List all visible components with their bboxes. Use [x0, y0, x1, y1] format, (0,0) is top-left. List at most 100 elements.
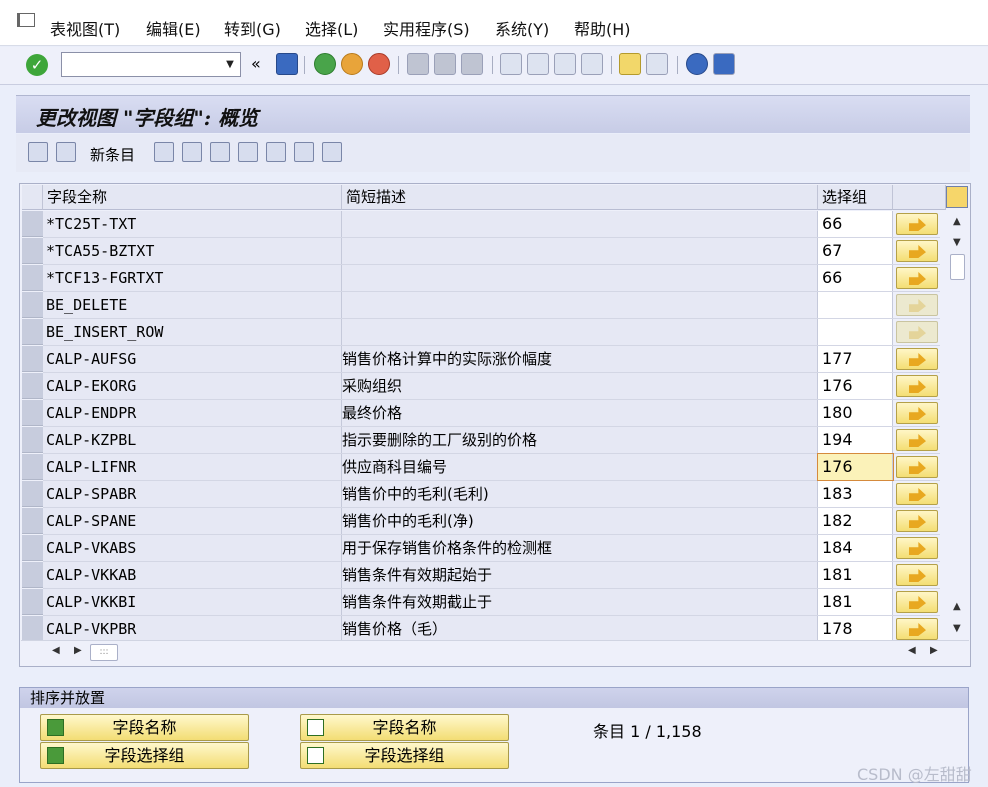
- scroll-right-icon[interactable]: ▶: [74, 645, 82, 656]
- navigate-button[interactable]: [896, 510, 938, 532]
- row-selector[interactable]: [22, 373, 43, 399]
- table-settings-icon[interactable]: [946, 186, 968, 208]
- selection-group-input[interactable]: 178: [818, 616, 893, 642]
- undo-change-icon[interactable]: [210, 142, 230, 162]
- row-selector[interactable]: [22, 508, 43, 534]
- system-menu-icon[interactable]: [17, 13, 35, 27]
- select-all-icon[interactable]: [238, 142, 258, 162]
- sort-by-field-name-button[interactable]: 字段名称: [40, 714, 249, 741]
- navigate-button[interactable]: [896, 483, 938, 505]
- row-selector[interactable]: [22, 616, 43, 642]
- selection-group-input[interactable]: 176: [818, 373, 893, 399]
- position-by-group-button[interactable]: 字段选择组: [300, 742, 509, 769]
- selection-group-input[interactable]: 66: [818, 211, 893, 237]
- row-selector[interactable]: [22, 481, 43, 507]
- scroll-down-icon[interactable]: ▼: [953, 237, 961, 248]
- navigate-button[interactable]: [896, 213, 938, 235]
- selection-group-input[interactable]: [818, 319, 893, 345]
- menu-utilities[interactable]: 实用程序(S): [383, 16, 470, 40]
- exit-icon[interactable]: [341, 53, 363, 75]
- menu-goto[interactable]: 转到(G): [224, 16, 281, 40]
- row-selector[interactable]: [22, 346, 43, 372]
- delete-icon[interactable]: [182, 142, 202, 162]
- menu-edit[interactable]: 编辑(E): [146, 16, 201, 40]
- navigate-button[interactable]: [896, 402, 938, 424]
- row-selector[interactable]: [22, 400, 43, 426]
- selection-group-input[interactable]: 182: [818, 508, 893, 534]
- scroll-left-icon[interactable]: ◀: [52, 645, 60, 656]
- chevron-down-icon[interactable]: ▼: [220, 53, 240, 76]
- scroll-up-icon[interactable]: ▲: [953, 216, 961, 227]
- copy-as-icon[interactable]: [154, 142, 174, 162]
- column-header-selection-group[interactable]: 选择组: [818, 185, 893, 210]
- menu-table-view[interactable]: 表视图(T): [50, 16, 120, 40]
- help-icon[interactable]: [686, 53, 708, 75]
- selection-group-input[interactable]: 180: [818, 400, 893, 426]
- customize-layout-icon[interactable]: [713, 53, 735, 75]
- next-page-icon[interactable]: [554, 53, 576, 75]
- navigate-button[interactable]: [896, 240, 938, 262]
- row-selector[interactable]: [22, 427, 43, 453]
- details-icon[interactable]: [56, 142, 76, 162]
- command-field[interactable]: ▼: [61, 52, 241, 77]
- row-selector[interactable]: [22, 454, 43, 480]
- find-next-icon[interactable]: [461, 53, 483, 75]
- navigate-button[interactable]: [896, 618, 938, 640]
- other-view-icon[interactable]: [322, 142, 342, 162]
- row-selector[interactable]: [22, 292, 43, 318]
- selection-group-input[interactable]: 194: [818, 427, 893, 453]
- collapse-icon[interactable]: «: [251, 54, 261, 73]
- navigate-button[interactable]: [896, 375, 938, 397]
- enter-icon[interactable]: ✓: [26, 54, 48, 76]
- row-selector[interactable]: [22, 535, 43, 561]
- selection-group-input[interactable]: 183: [818, 481, 893, 507]
- selection-group-input[interactable]: [818, 292, 893, 318]
- display-change-icon[interactable]: [28, 142, 48, 162]
- row-selector[interactable]: [22, 211, 43, 237]
- print-icon[interactable]: [407, 53, 429, 75]
- new-entries-button[interactable]: 新条目: [90, 144, 135, 165]
- row-selector[interactable]: [22, 265, 43, 291]
- menu-system[interactable]: 系统(Y): [495, 16, 549, 40]
- horizontal-scrollbar[interactable]: ◀ ▶ ::: ◀ ▶: [21, 640, 969, 664]
- selection-group-input[interactable]: 67: [818, 238, 893, 264]
- horizontal-scroll-thumb[interactable]: :::: [90, 644, 118, 661]
- select-block-icon[interactable]: [266, 142, 286, 162]
- selection-group-input[interactable]: 66: [818, 265, 893, 291]
- row-selector[interactable]: [22, 589, 43, 615]
- navigate-button[interactable]: [896, 564, 938, 586]
- first-page-icon[interactable]: [500, 53, 522, 75]
- menu-selection[interactable]: 选择(L): [305, 16, 358, 40]
- deselect-all-icon[interactable]: [294, 142, 314, 162]
- save-icon[interactable]: [276, 53, 298, 75]
- navigate-button[interactable]: [896, 591, 938, 613]
- select-all-column[interactable]: [22, 185, 43, 210]
- scroll-thumb[interactable]: [950, 254, 965, 280]
- navigate-button[interactable]: [896, 267, 938, 289]
- navigate-button[interactable]: [896, 429, 938, 451]
- scroll-left-end-icon[interactable]: ◀: [908, 645, 916, 656]
- selection-group-input[interactable]: 181: [818, 562, 893, 588]
- page-up-icon[interactable]: ▲: [953, 601, 961, 612]
- selection-group-input[interactable]: 176: [817, 453, 894, 481]
- selection-group-input[interactable]: 177: [818, 346, 893, 372]
- position-by-field-name-button[interactable]: 字段名称: [300, 714, 509, 741]
- new-session-icon[interactable]: [619, 53, 641, 75]
- scroll-right-end-icon[interactable]: ▶: [930, 645, 938, 656]
- last-page-icon[interactable]: [581, 53, 603, 75]
- cancel-icon[interactable]: [368, 53, 390, 75]
- column-header-description[interactable]: 简短描述: [342, 185, 818, 210]
- row-selector[interactable]: [22, 319, 43, 345]
- navigate-button[interactable]: [896, 537, 938, 559]
- selection-group-input[interactable]: 184: [818, 535, 893, 561]
- row-selector[interactable]: [22, 562, 43, 588]
- selection-group-input[interactable]: 181: [818, 589, 893, 615]
- sort-by-group-button[interactable]: 字段选择组: [40, 742, 249, 769]
- row-selector[interactable]: [22, 238, 43, 264]
- back-nav-icon[interactable]: [314, 53, 336, 75]
- find-icon[interactable]: [434, 53, 456, 75]
- prev-page-icon[interactable]: [527, 53, 549, 75]
- navigate-button[interactable]: [896, 348, 938, 370]
- menu-help[interactable]: 帮助(H): [574, 16, 631, 40]
- navigate-button[interactable]: [896, 456, 938, 478]
